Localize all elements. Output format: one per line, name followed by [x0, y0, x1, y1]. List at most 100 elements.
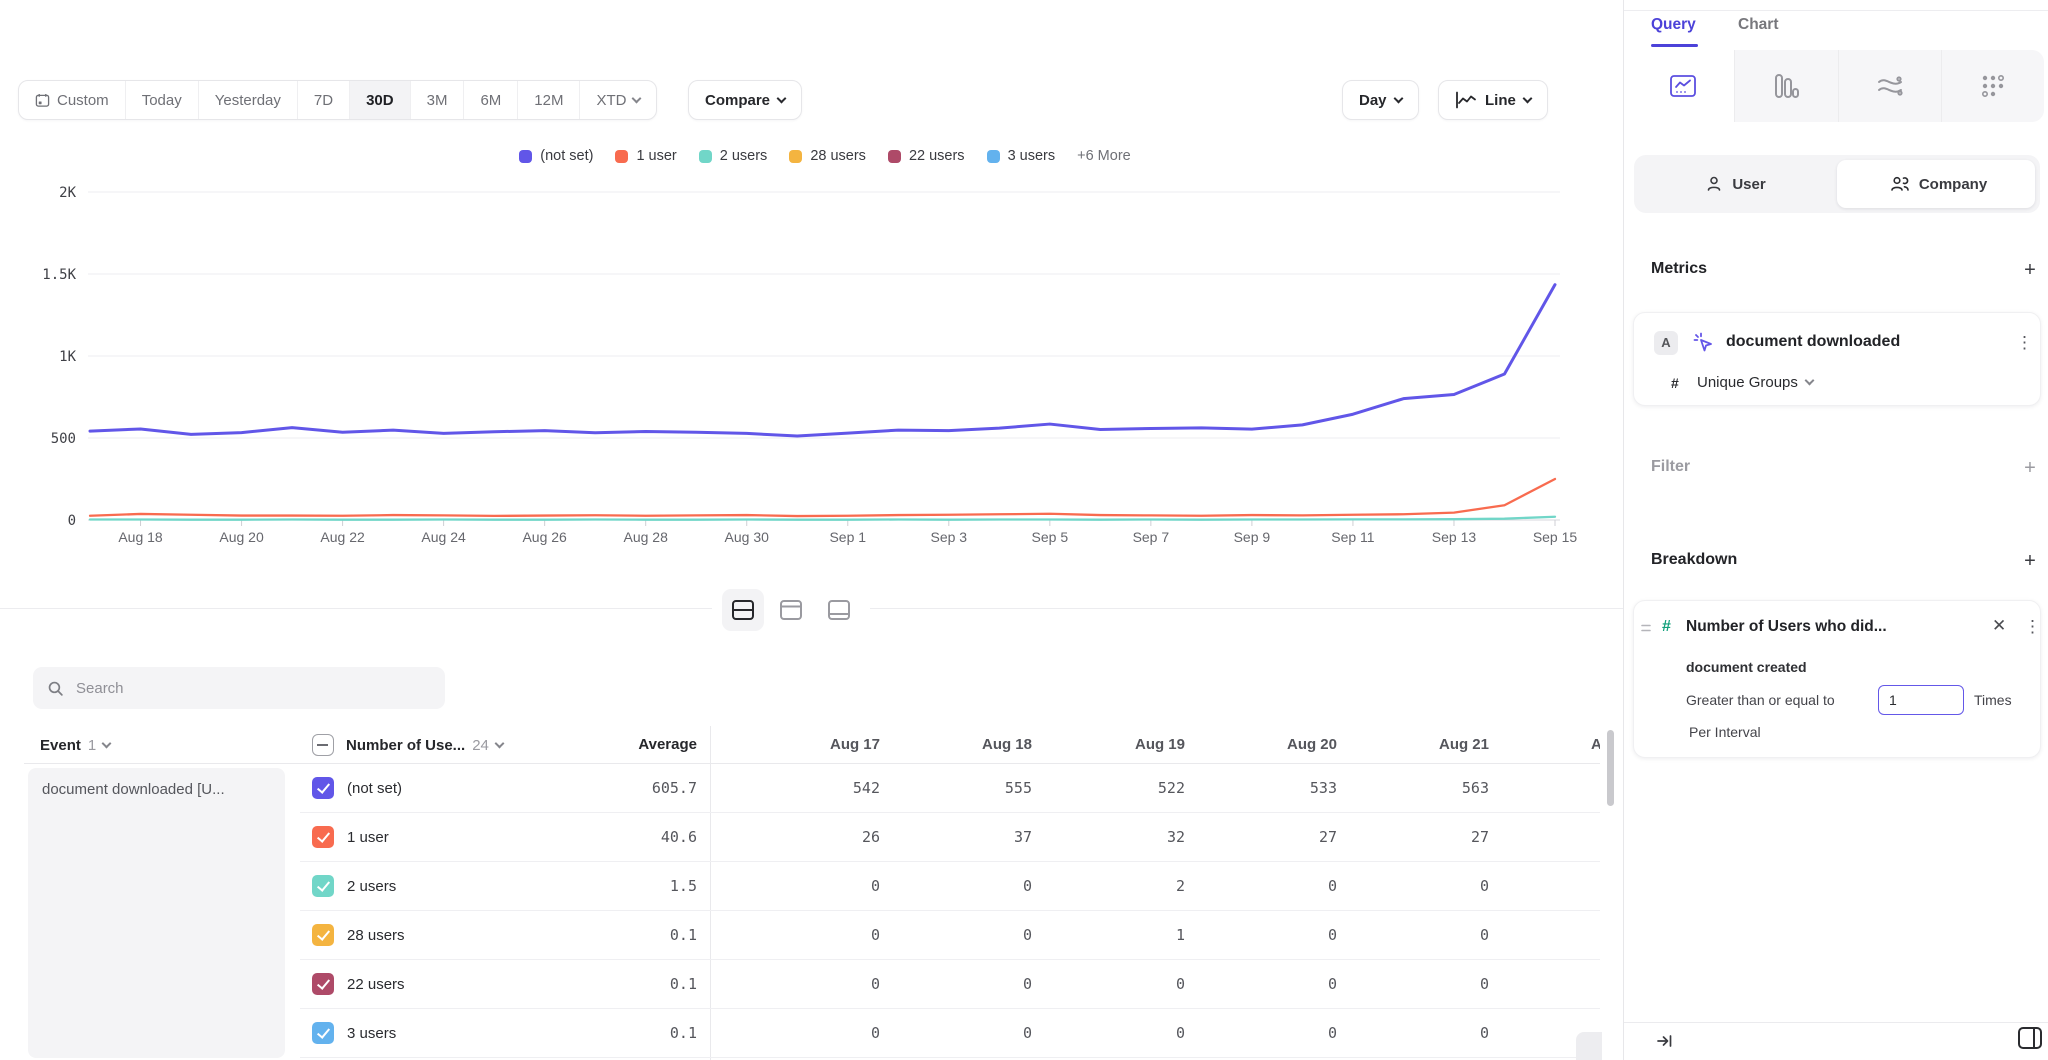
- svg-text:2K: 2K: [59, 185, 76, 201]
- filter-heading: Filter: [1651, 458, 1690, 476]
- entity-user-button[interactable]: User: [1634, 155, 1837, 213]
- drag-handle-icon[interactable]: [1641, 622, 1651, 634]
- layout-split-button[interactable]: [722, 589, 764, 631]
- cell-value: 542: [740, 764, 880, 813]
- remove-breakdown-button[interactable]: ✕: [1992, 616, 2006, 636]
- series-checkbox[interactable]: [312, 777, 334, 799]
- cell-value: 0: [1197, 911, 1337, 960]
- breakdown-card[interactable]: # Number of Users who did... ✕ ⋮ documen…: [1633, 600, 2041, 758]
- entity-company-button[interactable]: Company: [1837, 155, 2040, 213]
- svg-text:Sep 15: Sep 15: [1533, 529, 1578, 545]
- condition-label: Greater than or equal to: [1686, 692, 1835, 708]
- condition-value-input[interactable]: [1878, 685, 1964, 715]
- series-checkbox[interactable]: [312, 1022, 334, 1044]
- entity-company-label: Company: [1919, 176, 1987, 193]
- svg-text:Sep 13: Sep 13: [1432, 529, 1477, 545]
- table-row: 3 users0.1000000: [300, 1009, 1600, 1058]
- range-7d[interactable]: 7D: [297, 81, 349, 119]
- range-custom[interactable]: Custom: [19, 81, 125, 119]
- cell-value: 0: [740, 1009, 880, 1058]
- condition-unit-label: Times: [1974, 692, 2012, 708]
- cell-value: 0: [892, 911, 1032, 960]
- range-xtd[interactable]: XTD: [579, 81, 656, 119]
- table-scroll-corner: [1576, 1032, 1602, 1060]
- breakdown-kebab-menu[interactable]: ⋮: [2024, 618, 2041, 636]
- cell-value: 2: [1045, 862, 1185, 911]
- series-checkbox[interactable]: [312, 924, 334, 946]
- chevron-down-icon: [1393, 93, 1403, 103]
- series-header-count: 24: [472, 737, 489, 754]
- range-12m[interactable]: 12M: [517, 81, 579, 119]
- svg-text:Sep 3: Sep 3: [930, 529, 967, 545]
- people-icon: [1890, 175, 1910, 193]
- cell-value: 0: [1045, 960, 1185, 1009]
- cell-value: 0: [1501, 862, 1600, 911]
- cell-value: 522: [1045, 764, 1185, 813]
- interval-dropdown[interactable]: Day: [1342, 80, 1419, 120]
- collapse-panel-icon[interactable]: [1656, 1033, 1674, 1049]
- event-cell[interactable]: document downloaded [U...: [28, 768, 285, 1058]
- layout-chart-only-button[interactable]: [770, 589, 812, 631]
- chart-type-selector: [1632, 50, 2044, 122]
- flow-icon: [1876, 75, 1904, 97]
- series-header-label: Number of Use...: [346, 737, 465, 754]
- table-row: 2 users1.5002000: [300, 862, 1600, 911]
- cell-value: 0: [1349, 960, 1489, 1009]
- cell-value: 0: [1349, 1009, 1489, 1058]
- table-vertical-scrollbar[interactable]: [1607, 730, 1614, 806]
- cell-value: 0: [1501, 911, 1600, 960]
- cell-value: 0: [1197, 960, 1337, 1009]
- chevron-down-icon: [494, 738, 504, 748]
- series-checkbox[interactable]: [312, 826, 334, 848]
- event-column-header[interactable]: Event 1: [40, 726, 110, 764]
- cell-value: 555: [892, 764, 1032, 813]
- cell-value: 0: [892, 862, 1032, 911]
- add-breakdown-button[interactable]: +: [2020, 551, 2040, 571]
- series-column-header[interactable]: Number of Use... 24: [346, 726, 503, 764]
- results-table: Event 1 Number of Use... 24 Average Aug …: [0, 726, 1600, 1060]
- cell-value: 37: [892, 813, 1032, 862]
- tab-query[interactable]: Query: [1651, 16, 1696, 34]
- svg-text:Aug 20: Aug 20: [219, 529, 264, 545]
- chart-type-dropdown[interactable]: Line: [1438, 80, 1548, 120]
- add-filter-button[interactable]: +: [2020, 458, 2040, 478]
- range-3m[interactable]: 3M: [410, 81, 464, 119]
- metric-card[interactable]: A document downloaded ⋮ # Unique Groups: [1633, 312, 2041, 406]
- range-today[interactable]: Today: [125, 81, 198, 119]
- type-bar-chart-button[interactable]: [1734, 50, 1837, 122]
- add-metric-button[interactable]: +: [2020, 260, 2040, 280]
- cell-value: 0: [740, 960, 880, 1009]
- range-yesterday[interactable]: Yesterday: [198, 81, 297, 119]
- type-flow-chart-button[interactable]: [1838, 50, 1941, 122]
- table-row: 22 users0.1000000: [300, 960, 1600, 1009]
- svg-text:1.5K: 1.5K: [42, 267, 76, 283]
- series-checkbox[interactable]: [312, 875, 334, 897]
- active-tab-underline: [1651, 44, 1698, 47]
- average-value: 605.7: [557, 764, 697, 813]
- compare-button[interactable]: Compare: [688, 80, 802, 120]
- type-matrix-button[interactable]: [1941, 50, 2044, 122]
- select-all-checkbox[interactable]: [312, 734, 334, 756]
- hash-icon: #: [1671, 375, 1679, 391]
- cell-value: 0: [1197, 862, 1337, 911]
- chart-type-label: Line: [1485, 92, 1516, 109]
- measure-dropdown[interactable]: Unique Groups: [1697, 374, 1813, 391]
- layout-table-only-button[interactable]: [818, 589, 860, 631]
- cell-value: 27: [1349, 813, 1489, 862]
- range-6m[interactable]: 6M: [463, 81, 517, 119]
- cell-value: 0: [892, 960, 1032, 1009]
- series-checkbox[interactable]: [312, 973, 334, 995]
- svg-text:Aug 22: Aug 22: [320, 529, 365, 545]
- tab-chart[interactable]: Chart: [1738, 16, 1778, 34]
- dot-grid-icon: [1980, 73, 2006, 99]
- cell-value: 533: [1197, 764, 1337, 813]
- svg-text:Aug 28: Aug 28: [624, 529, 669, 545]
- series-label: 1 user: [347, 813, 389, 862]
- toggle-panel-icon[interactable]: [2017, 1026, 2043, 1050]
- type-line-chart-button[interactable]: [1632, 50, 1734, 122]
- range-30d[interactable]: 30D: [349, 81, 410, 119]
- table-row: (not set)605.7542555522533563535: [300, 764, 1600, 813]
- search-input[interactable]: [74, 679, 431, 698]
- chevron-down-icon: [632, 93, 642, 103]
- metric-kebab-menu[interactable]: ⋮: [2016, 334, 2033, 352]
